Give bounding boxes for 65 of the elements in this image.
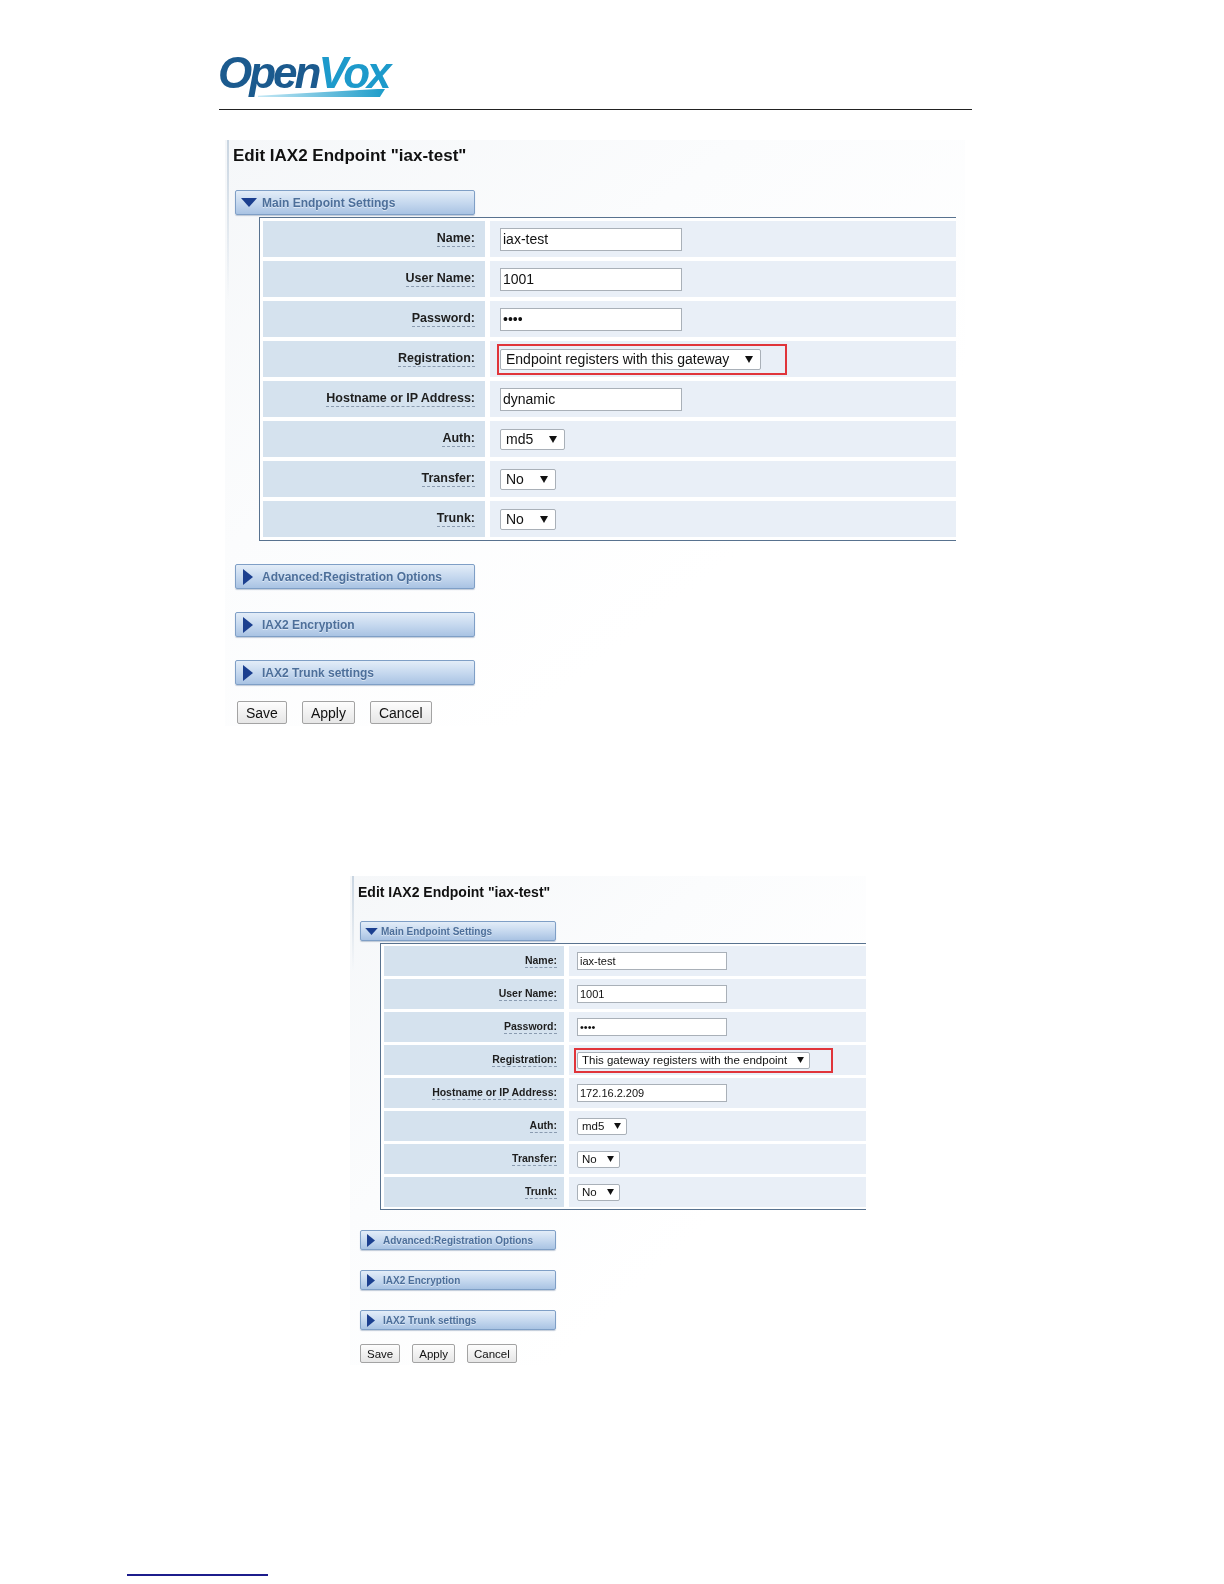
field-label: Auth: [529,1119,557,1133]
page-title: Edit IAX2 Endpoint "iax-test" [233,146,467,166]
caret-right-icon [367,1273,375,1287]
logo: OpenVox [218,51,393,102]
field-label: Password: [503,1020,557,1034]
field-label: Auth: [442,431,475,447]
section-header[interactable]: Advanced:Registration Options [235,564,475,589]
section-header[interactable]: IAX2 Trunk settings [235,660,475,685]
caret-icon [614,1123,622,1129]
form-button[interactable]: Save [237,701,287,724]
caret-icon [797,1057,805,1063]
section-header[interactable]: IAX2 Encryption [235,612,475,637]
field-label: Trunk: [436,511,475,527]
text-field[interactable]: 1001 [500,267,682,291]
form-button[interactable]: Save [360,1344,401,1363]
caret-right-icon [243,664,253,681]
caret-icon [606,1156,614,1162]
text-field[interactable]: •••• [577,1018,727,1036]
field-label: Hostname or IP Address: [432,1086,557,1100]
caret-down-icon [241,198,257,207]
dropdown[interactable]: No [500,468,556,490]
form-button[interactable]: Apply [301,701,355,724]
field-label: User Name: [405,271,475,287]
dropdown[interactable]: No [577,1183,620,1201]
dropdown[interactable]: md5 [500,428,566,450]
dropdown[interactable]: md5 [577,1117,628,1135]
section-header[interactable]: IAX2 Encryption [360,1270,556,1290]
caret-icon [539,475,548,483]
caret-icon [606,1189,614,1195]
field-label: Name: [436,231,475,247]
caret-right-icon [367,1313,375,1327]
form-button[interactable]: Cancel [467,1344,517,1363]
form-button[interactable]: Cancel [369,701,432,724]
caret-icon [539,515,548,523]
field-label: Registration: [492,1053,557,1067]
field-label: Transfer: [421,471,475,487]
text-field[interactable]: 1001 [577,985,727,1003]
text-field[interactable]: iax-test [500,227,682,251]
text-field[interactable]: 172.16.2.209 [577,1084,727,1102]
caret-icon [549,435,558,443]
text-field[interactable]: •••• [500,307,682,331]
dropdown[interactable]: No [577,1150,620,1168]
page-title: Edit IAX2 Endpoint "iax-test" [358,883,551,901]
caret-right-icon [243,568,253,585]
text-field[interactable]: dynamic [500,387,682,411]
text-field[interactable]: iax-test [577,952,727,970]
caret-icon [745,355,754,363]
dropdown[interactable]: Endpoint registers with this gateway [500,348,762,370]
caret-down-icon [365,927,378,935]
section-header[interactable]: Main Endpoint Settings [235,190,475,215]
section-header[interactable]: Advanced:Registration Options [360,1230,556,1250]
field-label: User Name: [498,987,557,1001]
field-label: Trunk: [524,1185,557,1199]
field-label: Registration: [397,351,475,367]
caret-right-icon [367,1233,375,1247]
section-header[interactable]: IAX2 Trunk settings [360,1310,556,1330]
field-label: Hostname or IP Address: [326,391,475,407]
dropdown[interactable]: This gateway registers with the endpoint [577,1051,811,1069]
field-label: Name: [524,954,557,968]
caret-right-icon [243,616,253,633]
section-header[interactable]: Main Endpoint Settings [360,921,556,941]
form-button[interactable]: Apply [412,1344,455,1363]
field-label: Password: [411,311,475,327]
field-label: Transfer: [512,1152,557,1166]
dropdown[interactable]: No [500,508,556,530]
